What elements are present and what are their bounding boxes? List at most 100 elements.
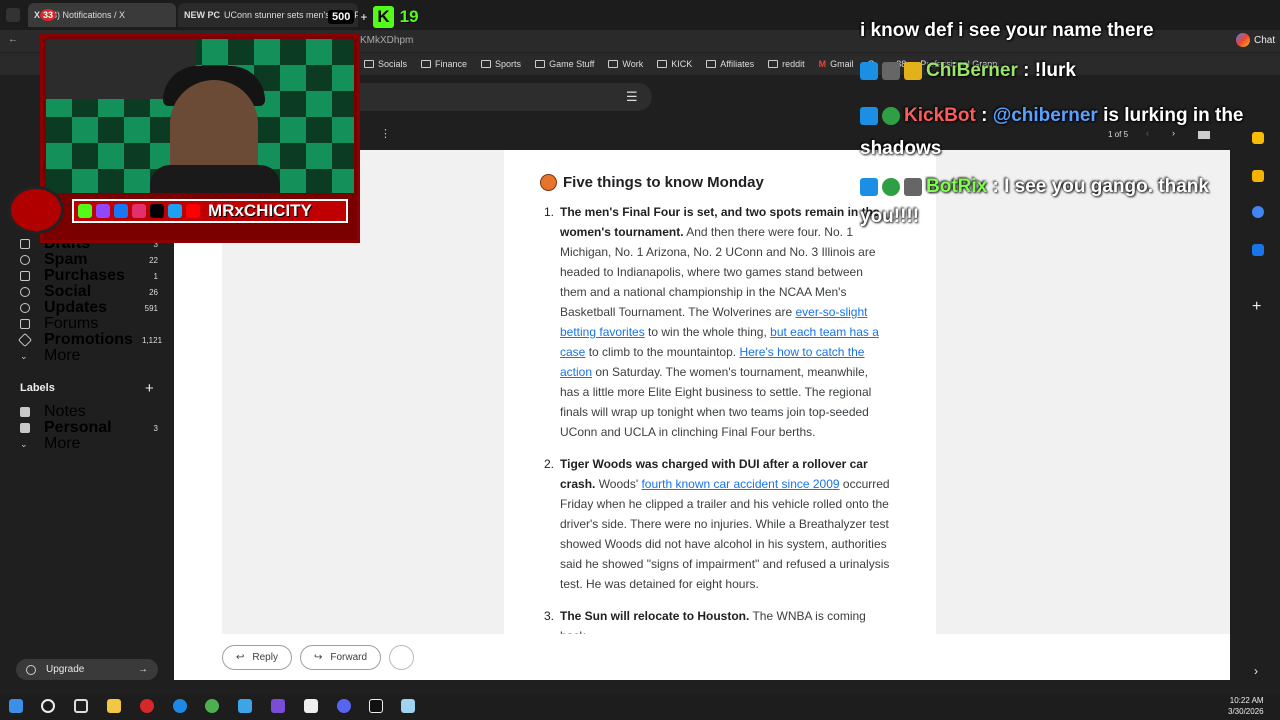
chat-username: KickBot xyxy=(904,105,976,126)
youtube-icon xyxy=(186,204,200,218)
chrome-icon[interactable] xyxy=(205,699,219,713)
chevron-down-icon: ⌄ xyxy=(20,351,28,361)
tasks-icon[interactable] xyxy=(1252,206,1264,218)
chat-message: i know def i see your name there xyxy=(860,20,1154,41)
kick-count: 19 xyxy=(399,7,419,26)
bookmark-sports[interactable]: Sports xyxy=(481,59,521,69)
storage-icon xyxy=(26,664,36,675)
badge-icon xyxy=(882,61,900,80)
folder-icon xyxy=(706,60,717,68)
forward-icon: ↪ xyxy=(313,652,323,663)
notepad-icon[interactable] xyxy=(401,699,415,713)
forward-button[interactable]: ↪ Forward xyxy=(299,645,382,670)
obs-icon[interactable] xyxy=(140,699,154,713)
chat-message: ChiBerner : !lurk xyxy=(860,60,1076,82)
file-explorer-icon[interactable] xyxy=(107,699,121,713)
folder-icon xyxy=(421,60,432,68)
forum-icon xyxy=(20,319,30,329)
back-icon[interactable]: ← xyxy=(8,34,18,45)
sidebar-item-purchases[interactable]: Purchases 1 xyxy=(0,267,172,284)
newsletter-list: 1. The men's Final Four is set, and two … xyxy=(544,202,890,634)
folder-icon xyxy=(768,60,779,68)
badge-icon xyxy=(860,177,878,196)
bookmark-work[interactable]: Work xyxy=(608,59,643,69)
chevron-down-icon: ⌄ xyxy=(20,439,28,449)
sidebar-item-updates[interactable]: Updates 591 xyxy=(0,299,172,316)
verified-icon xyxy=(882,177,900,196)
task-view-icon[interactable] xyxy=(74,699,88,713)
channel-banner: MRxCHICITY xyxy=(72,199,348,223)
basketball-icon xyxy=(540,174,557,191)
edge-icon[interactable] xyxy=(173,699,187,713)
kick-logo-icon: K xyxy=(373,6,394,28)
chat-message: BotRix : I see you gango. thank you!!!! xyxy=(860,176,1209,227)
list-item: 1. The men's Final Four is set, and two … xyxy=(544,205,880,439)
expand-panel-icon[interactable]: › xyxy=(1254,664,1258,678)
verified-icon xyxy=(882,106,900,125)
badge-icon xyxy=(860,61,878,80)
streamer-shirt xyxy=(150,165,280,193)
instagram-icon xyxy=(132,204,146,218)
kick-icon xyxy=(78,204,92,218)
twitter-icon xyxy=(168,204,182,218)
sidebar-item-more[interactable]: ⌄ More xyxy=(0,347,172,364)
channel-name: MRxCHICITY xyxy=(208,201,312,220)
car-accident-link[interactable]: fourth known car accident since 2009 xyxy=(641,477,839,491)
app-icon[interactable] xyxy=(238,699,252,713)
search-bar[interactable]: ☰ xyxy=(360,83,652,111)
bookmark-affiliates[interactable]: Affiliates xyxy=(706,59,754,69)
label-personal[interactable]: Personal 3 xyxy=(0,419,172,436)
stream-tab-badges: 33 xyxy=(40,4,57,26)
sidebar-item-spam[interactable]: Spam 22 xyxy=(0,251,172,268)
system-clock[interactable]: 10:22 AM 3/30/2026 xyxy=(1228,695,1264,717)
contacts-icon[interactable] xyxy=(1252,244,1264,256)
chat-mention: @chiberner xyxy=(992,105,1098,126)
stream-deck-icon[interactable] xyxy=(304,699,318,713)
badge-icon xyxy=(904,177,922,196)
chat-message: KickBot : @chiberner is lurking in the s… xyxy=(860,105,1244,159)
sidebar-item-promotions[interactable]: Promotions 1,121 xyxy=(0,331,172,348)
bookmark-reddit[interactable]: reddit xyxy=(768,59,805,69)
reply-bar: ↩ Reply ↪ Forward xyxy=(222,645,415,671)
reply-icon: ↩ xyxy=(236,652,245,663)
keep-icon[interactable] xyxy=(1252,170,1264,182)
people-icon xyxy=(20,287,30,297)
label-notes[interactable]: Notes xyxy=(0,403,172,420)
bookmark-finance[interactable]: Finance xyxy=(421,59,467,69)
chat-username: ChiBerner xyxy=(926,60,1018,81)
bookmark-gmail[interactable]: M Gmail xyxy=(819,59,854,69)
tab-list-icon[interactable] xyxy=(6,8,20,22)
url-text[interactable]: KMkXDhpm xyxy=(360,35,413,46)
add-addon-icon[interactable]: + xyxy=(1252,298,1261,316)
windows-taskbar xyxy=(0,694,1280,720)
tag-icon xyxy=(17,332,33,348)
notification-count-badge: 33 xyxy=(40,9,57,21)
bookmark-game-stuff[interactable]: Game Stuff xyxy=(535,59,594,69)
search-icon[interactable] xyxy=(41,699,55,713)
gemini-icon[interactable] xyxy=(1236,33,1250,47)
arrow-right-icon: → xyxy=(138,664,148,675)
bookmark-socials[interactable]: Socials xyxy=(364,59,407,69)
folder-icon xyxy=(535,60,546,68)
reply-button[interactable]: ↩ Reply xyxy=(222,645,292,670)
bookmark-kick[interactable]: KICK xyxy=(657,59,692,69)
spam-icon xyxy=(20,255,30,265)
upgrade-button[interactable]: Upgrade → xyxy=(16,659,158,680)
tiktok-app-icon[interactable] xyxy=(369,699,383,713)
newsletter-title: Five things to know Monday xyxy=(540,174,764,191)
chat-username: BotRix xyxy=(926,176,988,197)
gmail-icon: M xyxy=(818,59,827,69)
draft-icon xyxy=(20,239,30,249)
sidebar-item-forums[interactable]: Forums xyxy=(0,315,172,332)
crown-icon xyxy=(904,61,922,80)
start-icon[interactable] xyxy=(9,699,23,713)
emoji-react-button[interactable] xyxy=(389,645,415,670)
app-grid-icon[interactable] xyxy=(271,699,285,713)
chat-button[interactable]: Chat xyxy=(1254,35,1275,46)
labels-more[interactable]: ⌄ More xyxy=(0,435,172,452)
search-options-icon[interactable]: ☰ xyxy=(626,89,638,105)
sidebar-item-social[interactable]: Social 26 xyxy=(0,283,172,300)
more-options-icon[interactable]: ⋮ xyxy=(380,127,391,140)
discord-icon[interactable] xyxy=(337,699,351,713)
add-label-icon[interactable]: + xyxy=(145,380,154,397)
